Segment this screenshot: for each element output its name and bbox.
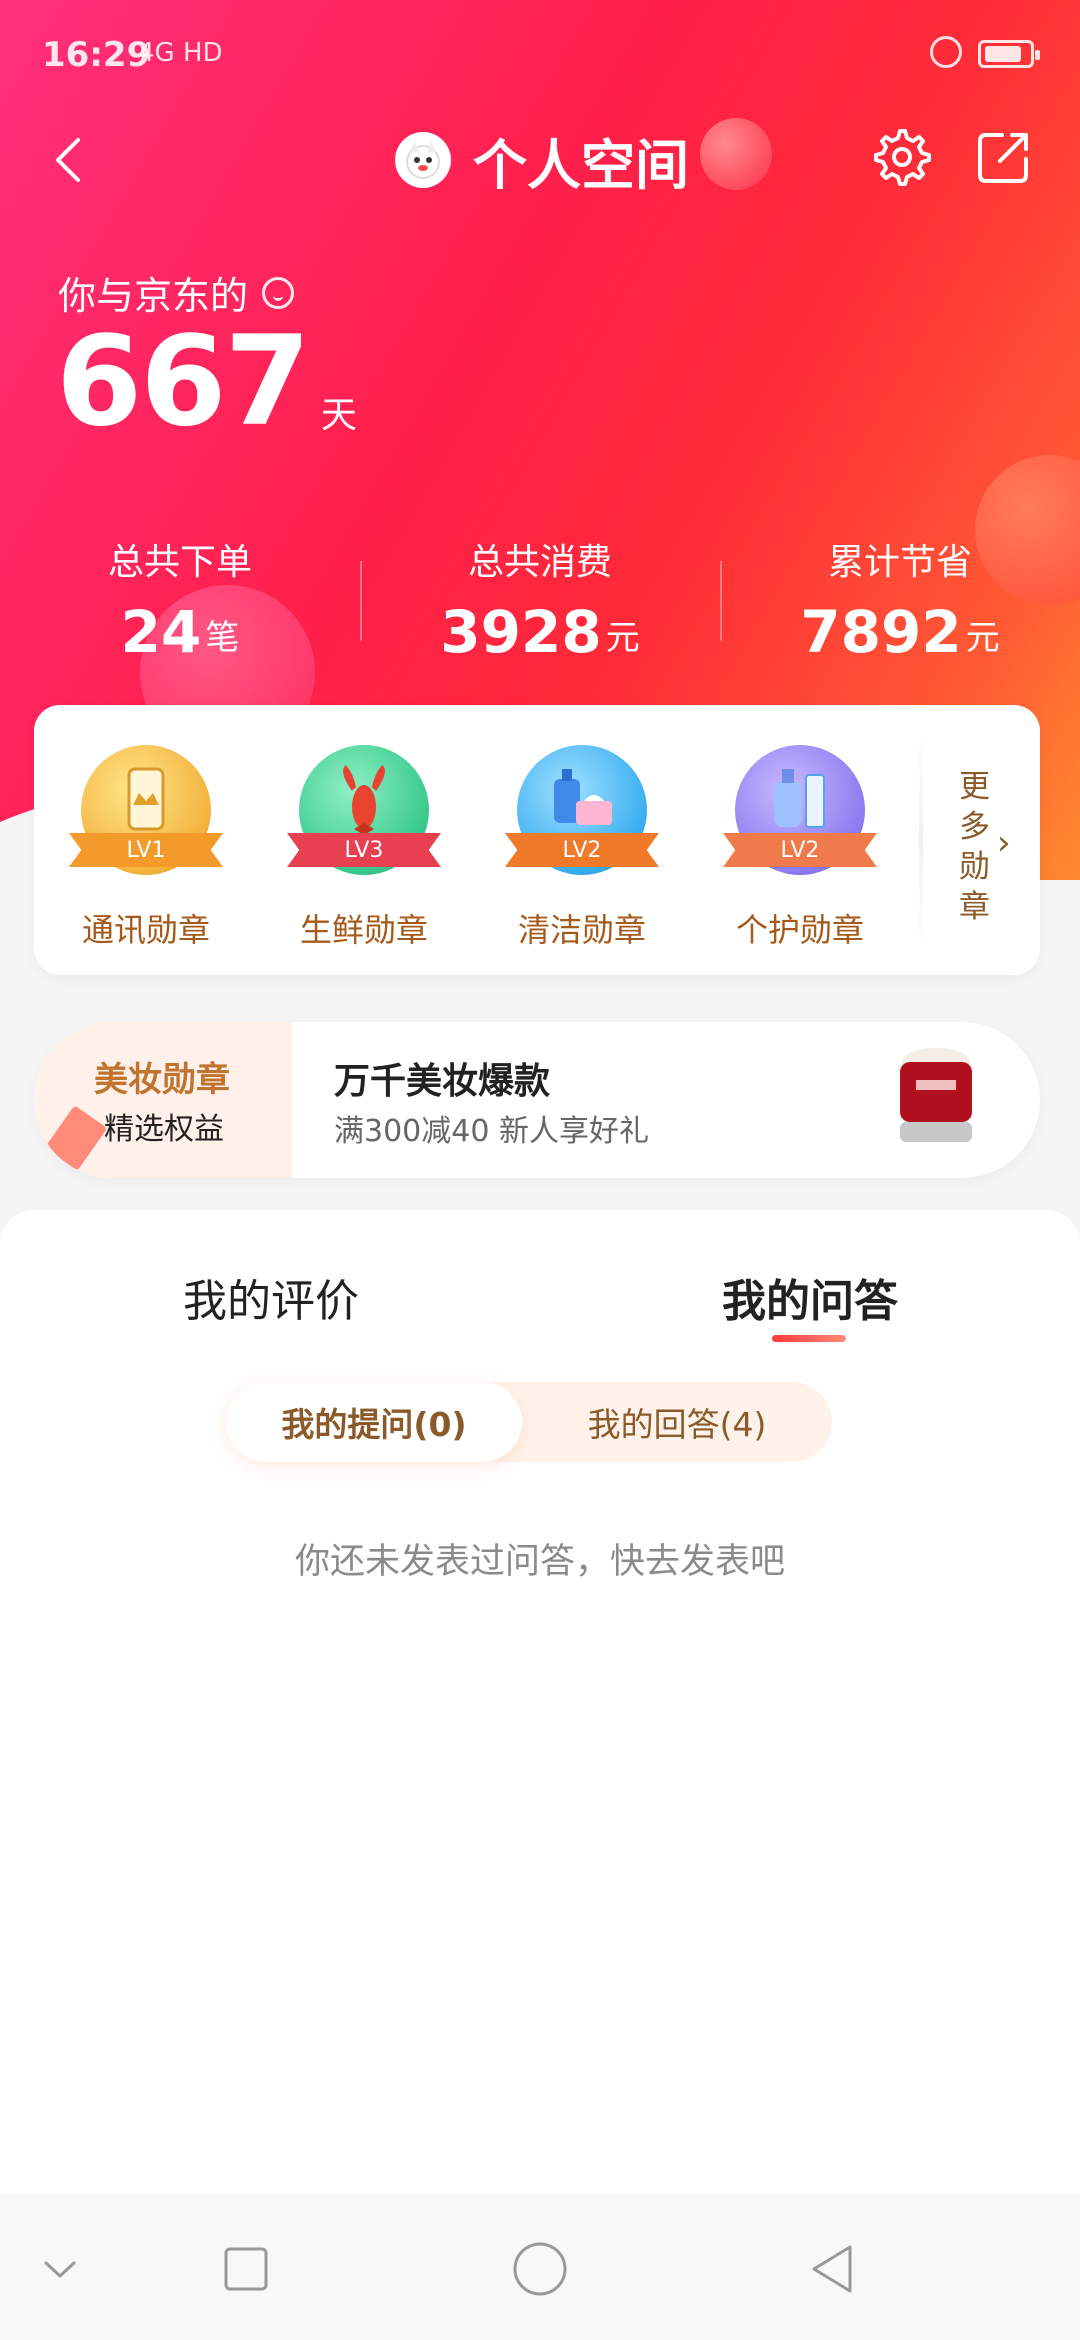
triangle-back-icon bbox=[812, 2245, 852, 2292]
chevron-down-icon bbox=[44, 2261, 76, 2277]
stat-number: 24 bbox=[120, 598, 202, 666]
beauty-promo-banner[interactable]: 美妆勋章 精选权益 万千美妆爆款 满300减40 新人享好礼 bbox=[34, 1022, 1040, 1178]
home-button[interactable] bbox=[480, 2196, 600, 2340]
phone-crown-icon bbox=[127, 767, 165, 831]
stat-savings: 累计节省 7892 元 bbox=[720, 525, 1080, 675]
badge-level: LV2 bbox=[723, 833, 877, 867]
cream-jar-icon bbox=[900, 1048, 972, 1142]
divider bbox=[919, 735, 923, 945]
eye-icon[interactable] bbox=[262, 276, 295, 309]
active-tab-indicator bbox=[772, 1335, 846, 1342]
stat-spending: 总共消费 3928 元 bbox=[360, 525, 720, 675]
lobster-icon bbox=[343, 765, 385, 835]
system-navigation-bar bbox=[0, 2195, 1080, 2340]
stat-value: 3928 元 bbox=[360, 603, 720, 661]
badge-medal: LV2 bbox=[505, 745, 659, 875]
cream-jar-product-image bbox=[886, 1040, 986, 1158]
badge-label: 个护勋章 bbox=[735, 911, 864, 949]
stat-unit: 元 bbox=[965, 618, 1000, 658]
rotation-lock-icon bbox=[930, 36, 962, 68]
qa-content-panel: 我的评价 我的问答 我的提问(0) 我的回答(4) 你还未发表过问答，快去发表吧 bbox=[0, 1210, 1080, 2195]
system-back-button[interactable] bbox=[774, 2196, 894, 2340]
badge-medal: LV2 bbox=[723, 745, 877, 875]
order-stats: 总共下单 24 笔 总共消费 3928 元 累计节省 7892 元 bbox=[0, 525, 1080, 675]
page-title: 个人空间 bbox=[473, 133, 689, 197]
badge-level: LV3 bbox=[287, 833, 441, 867]
badge-personal-care[interactable]: LV2 个护勋章 bbox=[710, 745, 890, 951]
settings-button[interactable] bbox=[870, 125, 934, 189]
battery-icon bbox=[978, 40, 1040, 68]
stat-number: 3928 bbox=[440, 598, 602, 666]
stat-value: 7892 元 bbox=[720, 603, 1080, 661]
promo-badge-panel: 美妆勋章 精选权益 bbox=[34, 1022, 292, 1178]
cleaning-icon bbox=[554, 769, 612, 825]
badge-fresh[interactable]: LV3 生鲜勋章 bbox=[274, 745, 454, 951]
stat-unit: 笔 bbox=[205, 618, 240, 658]
days-number: 667 bbox=[56, 310, 311, 454]
square-icon bbox=[224, 2247, 268, 2290]
stat-label: 累计节省 bbox=[827, 542, 972, 583]
badge-level: LV2 bbox=[505, 833, 659, 867]
promo-title: 万千美妆爆款 bbox=[334, 1061, 551, 1102]
chevron-left-icon bbox=[56, 138, 80, 182]
badge-label: 生鲜勋章 bbox=[299, 911, 428, 949]
more-badges-button[interactable]: 更多勋章 › bbox=[919, 705, 1040, 975]
badges-card: LV1 通讯勋章 LV3 生鲜勋章 LV2 清洁勋章 LV2 个护勋章 更多勋章… bbox=[34, 705, 1040, 975]
empty-state-message: 你还未发表过问答，快去发表吧 bbox=[294, 1542, 785, 1582]
more-badges-label: 更多勋章 bbox=[959, 769, 990, 925]
badge-medal: LV1 bbox=[69, 745, 223, 875]
badge-medal: LV3 bbox=[287, 745, 441, 875]
promo-badge-title: 美妆勋章 bbox=[94, 1060, 230, 1100]
stat-orders: 总共下单 24 笔 bbox=[0, 525, 360, 675]
status-time: 16:29 bbox=[42, 35, 151, 75]
tab-my-qa[interactable]: 我的问答 bbox=[722, 1265, 898, 1329]
days-counter: 667 天 bbox=[56, 320, 357, 444]
segment-my-answers[interactable]: 我的回答(4) bbox=[522, 1382, 832, 1462]
chevron-right-icon: › bbox=[997, 823, 1011, 863]
share-icon bbox=[978, 133, 1028, 183]
promo-badge-subtitle: 精选权益 bbox=[104, 1112, 224, 1147]
segment-my-questions[interactable]: 我的提问(0) bbox=[226, 1382, 522, 1462]
stat-label: 总共下单 bbox=[107, 542, 252, 583]
badge-telecom[interactable]: LV1 通讯勋章 bbox=[56, 745, 236, 951]
collapse-button[interactable] bbox=[0, 2196, 120, 2340]
tag-icon bbox=[44, 1105, 108, 1171]
top-navigation: 个人空间 bbox=[0, 110, 1080, 220]
qa-segment-control: 我的提问(0) 我的回答(4) bbox=[226, 1382, 832, 1462]
tab-my-reviews[interactable]: 我的评价 bbox=[183, 1265, 359, 1329]
jd-mascot-icon bbox=[406, 142, 440, 179]
stat-unit: 元 bbox=[605, 618, 640, 658]
badge-label: 清洁勋章 bbox=[517, 911, 646, 949]
promo-subtitle: 满300减40 新人享好礼 bbox=[334, 1114, 649, 1149]
badge-cleaning[interactable]: LV2 清洁勋章 bbox=[492, 745, 672, 951]
circle-icon bbox=[513, 2242, 567, 2295]
network-indicator: 4G HD bbox=[138, 38, 223, 68]
stat-label: 总共消费 bbox=[467, 542, 612, 583]
share-button[interactable] bbox=[972, 125, 1036, 189]
personal-care-icon bbox=[774, 769, 825, 828]
status-bar: 16:29 4G HD bbox=[0, 0, 1080, 110]
badge-level: LV1 bbox=[69, 833, 223, 867]
recent-apps-button[interactable] bbox=[186, 2196, 306, 2340]
badge-label: 通讯勋章 bbox=[81, 911, 210, 949]
avatar bbox=[395, 132, 451, 188]
page-title-group: 个人空间 bbox=[395, 110, 689, 210]
stat-number: 7892 bbox=[800, 598, 962, 666]
stat-value: 24 笔 bbox=[0, 603, 360, 661]
gear-icon bbox=[874, 129, 931, 186]
days-unit: 天 bbox=[320, 395, 357, 436]
back-button[interactable] bbox=[40, 130, 100, 190]
